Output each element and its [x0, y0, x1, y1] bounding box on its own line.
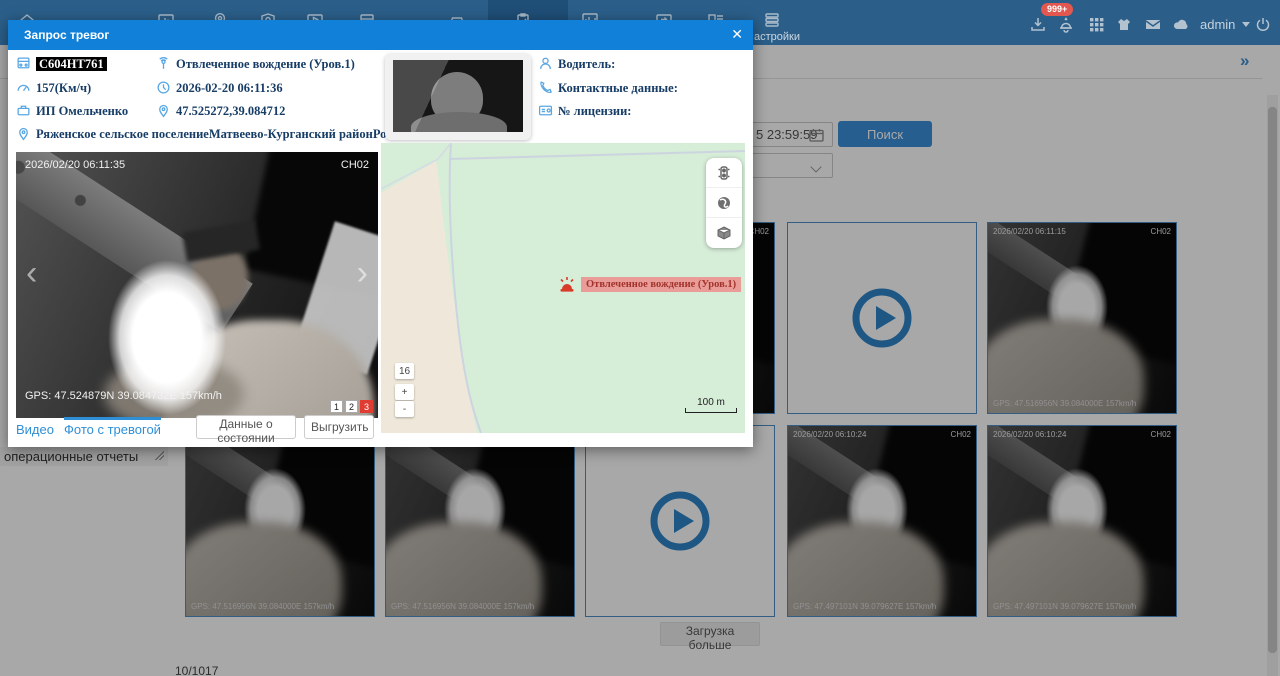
alarm-photo-viewer[interactable]: 2026/02/20 06:11:35 CH02 GPS: 47.524879N… — [16, 152, 378, 418]
page-2-button[interactable]: 2 — [345, 400, 358, 413]
photo-gps: GPS: 47.524879N 39.084732E 157km/h — [25, 390, 222, 402]
modal-title: Запрос тревог — [24, 28, 109, 42]
page-1-button[interactable]: 1 — [330, 400, 343, 413]
driver-photo-card — [385, 54, 531, 140]
speed-field: 157(Км/ч) — [36, 81, 91, 96]
app-window: » 5 23:59:59 Поиск CH02 2026/02/20 06:11… — [0, 0, 1280, 676]
cloud-icon[interactable] — [1171, 15, 1191, 33]
map-scale: 100 m — [685, 397, 737, 413]
apps-grid-icon[interactable] — [1086, 15, 1106, 33]
phone-icon — [538, 80, 553, 95]
power-icon[interactable] — [1253, 15, 1273, 33]
zoom-out-button[interactable]: - — [395, 401, 414, 417]
driver-field: Водитель: — [558, 57, 615, 72]
company-field: ИП Омельченко — [36, 104, 128, 119]
map-scale-label: 100 m — [697, 397, 725, 408]
photo-gloss — [393, 60, 523, 132]
tab-alarm-photo[interactable]: Фото с тревогой — [64, 417, 161, 437]
alarm-map-label: Отвлеченное вождение (Уров.1) — [581, 277, 741, 292]
alarm-map[interactable]: Отвлеченное вождение (Уров.1) 16 + - 100… — [381, 143, 745, 433]
download-icon[interactable] — [1028, 15, 1048, 33]
close-icon[interactable]: ✕ — [731, 26, 743, 43]
export-button[interactable]: Выгрузить — [304, 415, 374, 439]
contact-field: Контактные данные: — [558, 81, 678, 96]
license-field: № лицензии: — [558, 104, 631, 119]
location-pin-icon — [156, 103, 171, 118]
id-card-icon — [538, 103, 553, 118]
street-signal-icon[interactable] — [706, 158, 742, 188]
company-value: ИП Омельченко — [36, 104, 128, 118]
3d-view-icon[interactable] — [706, 218, 742, 248]
prev-photo-button[interactable]: ‹ — [26, 256, 37, 290]
plate-number[interactable]: C604HT761 — [36, 57, 107, 71]
license-label: № лицензии: — [558, 104, 631, 118]
alarm-query-modal: Запрос тревог ✕ C604HT761 157(Км/ч) ИП О… — [8, 20, 753, 447]
mail-icon[interactable] — [1143, 15, 1163, 33]
tab-video[interactable]: Видео — [16, 417, 54, 437]
contact-label: Контактные данные: — [558, 81, 678, 95]
speed-value: 157(Км/ч) — [36, 81, 91, 95]
plate-field: C604HT761 — [36, 57, 107, 72]
alarm-time-field: 2026-02-20 06:11:36 — [176, 81, 283, 96]
driver-photo — [393, 60, 523, 132]
driver-icon — [538, 56, 553, 71]
driver-shirt-icon[interactable] — [1114, 15, 1134, 33]
alarm-type-value: Отвлеченное вождение (Уров.1) — [176, 57, 355, 71]
photo-channel: CH02 — [341, 159, 369, 171]
zoom-level: 16 — [395, 363, 414, 379]
map-scale-bar — [685, 408, 737, 413]
company-icon — [16, 103, 31, 118]
coords-field: 47.525272,39.084712 — [176, 104, 285, 119]
alarm-bell-icon[interactable] — [1056, 15, 1076, 33]
next-photo-button[interactable]: › — [357, 256, 368, 290]
state-data-button[interactable]: Данные о состоянии — [196, 415, 296, 439]
coords-value: 47.525272,39.084712 — [176, 104, 285, 118]
location-pin-icon — [16, 126, 31, 141]
page-3-button[interactable]: 3 — [360, 400, 373, 413]
alarm-marker-icon[interactable] — [557, 275, 577, 295]
alarm-time-value: 2026-02-20 06:11:36 — [176, 81, 283, 95]
vehicle-icon — [16, 56, 31, 71]
clock-icon — [156, 80, 171, 95]
map-controls — [706, 158, 742, 248]
alarm-type-field: Отвлеченное вождение (Уров.1) — [176, 57, 355, 72]
speed-icon — [16, 80, 31, 95]
photo-pager: 1 2 3 — [330, 400, 373, 413]
globe-icon[interactable] — [706, 188, 742, 218]
photo-timestamp: 2026/02/20 06:11:35 — [25, 159, 125, 171]
settings-icon[interactable] — [762, 11, 782, 29]
user-name[interactable]: admin — [1200, 17, 1235, 32]
driver-label: Водитель: — [558, 57, 615, 71]
alarm-count-badge: 999+ — [1041, 3, 1073, 16]
alarm-signal-icon — [156, 56, 171, 71]
modal-header: Запрос тревог ✕ — [8, 20, 753, 50]
zoom-in-button[interactable]: + — [395, 384, 414, 400]
